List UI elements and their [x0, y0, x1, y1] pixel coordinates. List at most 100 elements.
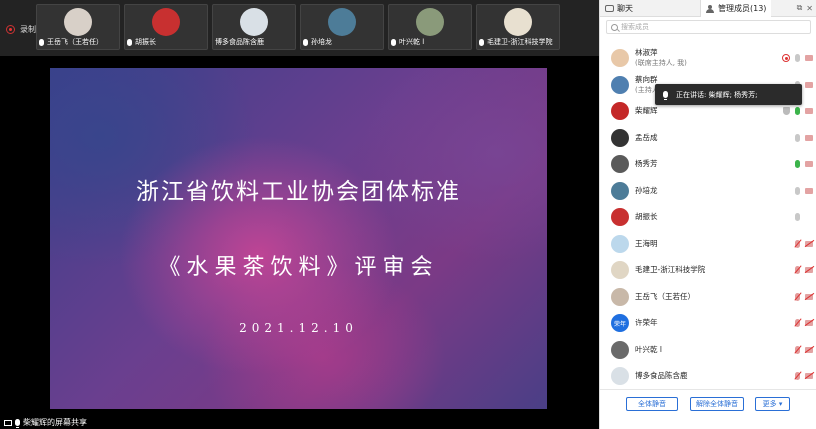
mic-icon	[39, 38, 44, 47]
thumb-name: 博多食品陈含鹿	[215, 38, 264, 46]
member-name: 孙培龙	[635, 185, 658, 195]
camera-off-icon[interactable]	[805, 267, 813, 274]
member-name-block: 柴耀辉	[635, 106, 658, 116]
member-name-block: 林淑萍 (联席主持人, 我)	[635, 48, 687, 68]
tab-chat-label: 聊天	[617, 4, 633, 13]
camera-icon[interactable]	[805, 55, 813, 62]
member-status	[795, 239, 813, 248]
avatar	[611, 340, 629, 359]
member-name: 孟岳成	[635, 132, 658, 142]
camera-icon[interactable]	[805, 187, 813, 194]
panel-footer: 全体静音 解除全体静音 更多 ▾	[600, 389, 816, 429]
video-thumb-6[interactable]: 毛建卫-浙江科技学院	[476, 4, 560, 50]
video-thumb-3[interactable]: 博多食品陈含鹿	[212, 4, 296, 50]
mic-icon[interactable]	[795, 133, 800, 142]
member-name-block: 杨秀芳	[635, 159, 658, 169]
mic-icon	[391, 38, 396, 47]
mic-icon[interactable]	[795, 160, 800, 169]
video-thumb-2[interactable]: 胡振长	[124, 4, 208, 50]
mic-icon[interactable]	[795, 186, 800, 195]
mic-icon[interactable]	[795, 213, 800, 222]
member-name: 博多食品陈含鹿	[635, 371, 688, 381]
member-name-block: 王岳飞（王若任）	[635, 292, 695, 302]
avatar	[611, 367, 629, 386]
avatar	[611, 49, 629, 68]
slide-title: 浙江省饮料工业协会团体标准	[136, 179, 461, 205]
member-name: 杨秀芳	[635, 159, 658, 169]
member-status	[795, 133, 813, 142]
avatar	[611, 287, 629, 306]
member-row[interactable]: 孙培龙	[600, 178, 816, 205]
video-thumb-1[interactable]: 王岳飞（王若任）	[36, 4, 120, 50]
speaking-tooltip: 正在讲话: 柴耀辉; 杨秀芳;	[655, 84, 802, 105]
camera-off-icon[interactable]	[805, 293, 813, 300]
member-name: 叶兴乾 l	[635, 344, 662, 354]
member-row[interactable]: 毛建卫-浙江科技学院	[600, 257, 816, 284]
mic-icon	[15, 419, 20, 428]
camera-icon[interactable]	[805, 108, 813, 115]
mic-muted-icon[interactable]	[795, 266, 800, 275]
member-row[interactable]: 博多食品陈含鹿	[600, 363, 816, 389]
member-name-block: 叶兴乾 l	[635, 345, 662, 355]
record-icon	[782, 54, 790, 63]
screen-share-stage: 浙江省饮料工业协会团体标准 《水果茶饮料》评审会 2021.12.10 柴耀辉的…	[0, 56, 599, 429]
speaking-text: 正在讲话: 柴耀辉; 杨秀芳;	[676, 90, 758, 99]
thumb-name: 叶兴乾 l	[399, 38, 425, 46]
member-name: 柴耀辉	[635, 106, 658, 116]
video-thumb-4[interactable]: 孙培龙	[300, 4, 384, 50]
tab-chat[interactable]: 聊天	[600, 0, 701, 17]
camera-icon[interactable]	[805, 81, 813, 88]
mic-icon[interactable]	[795, 54, 800, 63]
mic-muted-icon[interactable]	[795, 372, 800, 381]
member-row[interactable]: 孟岳成	[600, 125, 816, 152]
thumb-name: 王岳飞（王若任）	[47, 38, 103, 46]
member-name: 蔡向群	[635, 74, 658, 84]
mic-icon	[479, 38, 484, 47]
video-thumbnail-bar: 录制中 王岳飞（王若任） 胡振长 博多食品陈含鹿 孙培龙 叶兴乾 l 毛建卫-浙…	[0, 0, 599, 56]
side-panel: 聊天 管理成员(13) ⧉ ✕ 林淑萍(联席主持人, 我)蔡向群(主持人)柴耀辉…	[599, 0, 816, 429]
mic-muted-icon[interactable]	[795, 292, 800, 301]
member-row[interactable]: 荣年 许荣年	[600, 310, 816, 337]
avatar	[328, 8, 356, 36]
avatar	[611, 75, 629, 94]
search-input[interactable]	[621, 23, 801, 31]
share-text: 柴耀辉的屏幕共享	[23, 418, 87, 427]
video-thumb-5[interactable]: 叶兴乾 l	[388, 4, 472, 50]
member-row[interactable]: 林淑萍 (联席主持人, 我)	[600, 45, 816, 72]
member-search[interactable]	[606, 20, 811, 34]
mic-icon	[303, 38, 308, 47]
tab-members[interactable]: 管理成员(13)	[701, 0, 772, 17]
mute-all-button[interactable]: 全体静音	[626, 397, 678, 411]
avatar	[611, 181, 629, 200]
camera-icon[interactable]	[805, 134, 813, 141]
meeting-app: 录制中 王岳飞（王若任） 胡振长 博多食品陈含鹿 孙培龙 叶兴乾 l 毛建卫-浙…	[0, 0, 816, 429]
record-icon	[6, 25, 15, 34]
camera-off-icon[interactable]	[805, 240, 813, 247]
mic-icon	[663, 91, 668, 100]
avatar	[64, 8, 92, 36]
mic-muted-icon[interactable]	[795, 239, 800, 248]
member-row[interactable]: 王海明	[600, 231, 816, 258]
unmute-all-button[interactable]: 解除全体静音	[690, 397, 744, 411]
popout-icon[interactable]: ⧉	[797, 3, 803, 13]
member-row[interactable]: 王岳飞（王若任）	[600, 284, 816, 311]
member-row[interactable]: 杨秀芳	[600, 151, 816, 178]
member-name: 毛建卫-浙江科技学院	[635, 265, 706, 275]
camera-off-icon[interactable]	[805, 320, 813, 327]
member-name: 林淑萍	[635, 48, 658, 58]
mic-muted-icon[interactable]	[795, 345, 800, 354]
member-row[interactable]: 胡振长	[600, 204, 816, 231]
camera-off-icon[interactable]	[805, 346, 813, 353]
close-icon[interactable]: ✕	[806, 4, 813, 13]
mic-muted-icon[interactable]	[795, 319, 800, 328]
camera-off-icon[interactable]	[805, 373, 813, 380]
mic-icon[interactable]	[795, 107, 800, 116]
member-row[interactable]: 叶兴乾 l	[600, 337, 816, 364]
more-button[interactable]: 更多 ▾	[755, 397, 790, 411]
avatar	[611, 261, 629, 280]
member-name-block: 许荣年	[635, 318, 658, 328]
camera-icon[interactable]	[805, 161, 813, 168]
member-status	[795, 319, 813, 328]
tab-members-label: 管理成员(13)	[718, 4, 767, 13]
member-name-block: 王海明	[635, 239, 658, 249]
